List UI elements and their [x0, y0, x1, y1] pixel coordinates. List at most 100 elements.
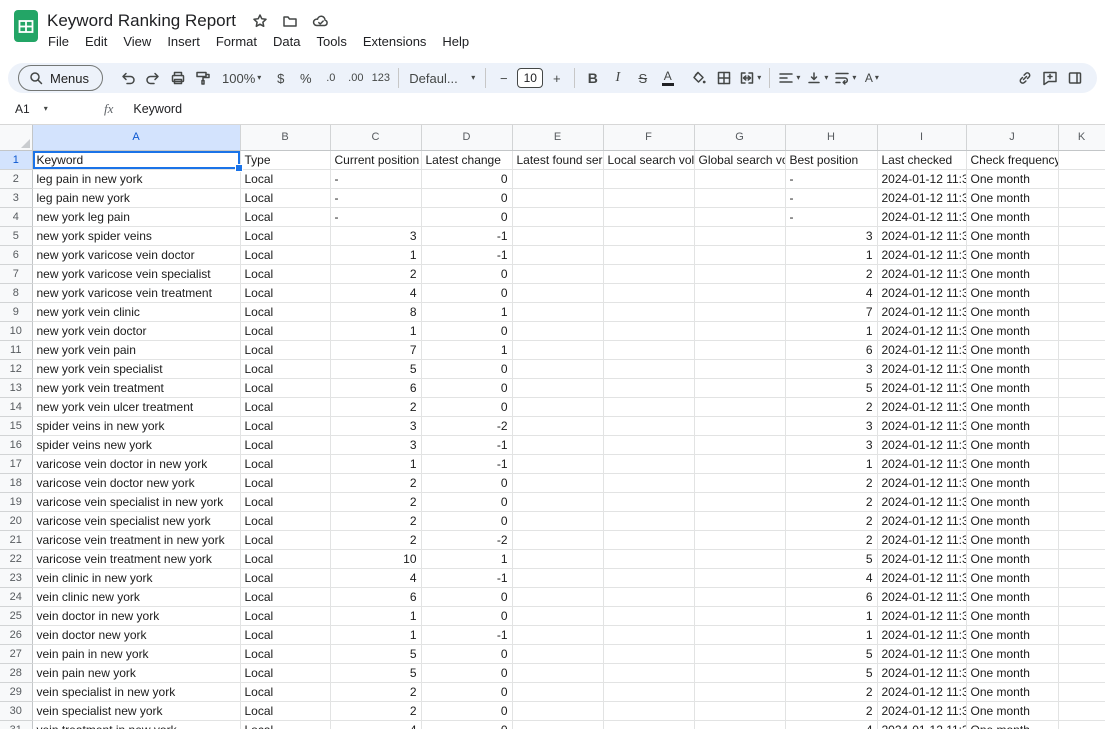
cell-J26[interactable]: One month: [966, 625, 1058, 644]
cell-J3[interactable]: One month: [966, 188, 1058, 207]
cell-A28[interactable]: vein pain new york: [32, 663, 240, 682]
cell-F26[interactable]: [603, 625, 694, 644]
cell-F16[interactable]: [603, 435, 694, 454]
menus-search-button[interactable]: Menus: [18, 65, 103, 91]
cell-J21[interactable]: One month: [966, 530, 1058, 549]
cell-J24[interactable]: One month: [966, 587, 1058, 606]
column-header-G[interactable]: G: [694, 125, 785, 150]
cell-H12[interactable]: 3: [785, 359, 877, 378]
cell-I2[interactable]: 2024-01-12 11:3: [877, 169, 966, 188]
column-header-C[interactable]: C: [330, 125, 421, 150]
cell-E3[interactable]: [512, 188, 603, 207]
cell-H24[interactable]: 6: [785, 587, 877, 606]
cell-D3[interactable]: 0: [421, 188, 512, 207]
cell-F8[interactable]: [603, 283, 694, 302]
cell-A31[interactable]: vein treatment in new york: [32, 720, 240, 729]
cell-I22[interactable]: 2024-01-12 11:3: [877, 549, 966, 568]
cell-H17[interactable]: 1: [785, 454, 877, 473]
cell-K16[interactable]: [1058, 435, 1105, 454]
cell-I20[interactable]: 2024-01-12 11:3: [877, 511, 966, 530]
cell-C15[interactable]: 3: [330, 416, 421, 435]
cell-A24[interactable]: vein clinic new york: [32, 587, 240, 606]
cell-E18[interactable]: [512, 473, 603, 492]
cell-G18[interactable]: [694, 473, 785, 492]
cell-B18[interactable]: Local: [240, 473, 330, 492]
cell-K7[interactable]: [1058, 264, 1105, 283]
cell-H26[interactable]: 1: [785, 625, 877, 644]
cell-K2[interactable]: [1058, 169, 1105, 188]
paint-format-button[interactable]: [190, 66, 215, 90]
cell-A14[interactable]: new york vein ulcer treatment: [32, 397, 240, 416]
cell-D10[interactable]: 0: [421, 321, 512, 340]
menu-item-data[interactable]: Data: [265, 31, 308, 52]
cell-I29[interactable]: 2024-01-12 11:3: [877, 682, 966, 701]
cell-D15[interactable]: -2: [421, 416, 512, 435]
cell-F3[interactable]: [603, 188, 694, 207]
cell-F13[interactable]: [603, 378, 694, 397]
cell-B8[interactable]: Local: [240, 283, 330, 302]
cell-K24[interactable]: [1058, 587, 1105, 606]
cell-C26[interactable]: 1: [330, 625, 421, 644]
column-header-J[interactable]: J: [966, 125, 1058, 150]
cell-A20[interactable]: varicose vein specialist new york: [32, 511, 240, 530]
cell-D28[interactable]: 0: [421, 663, 512, 682]
cell-F14[interactable]: [603, 397, 694, 416]
cell-I4[interactable]: 2024-01-12 11:3: [877, 207, 966, 226]
cell-J15[interactable]: One month: [966, 416, 1058, 435]
cell-B23[interactable]: Local: [240, 568, 330, 587]
cell-F11[interactable]: [603, 340, 694, 359]
row-header-13[interactable]: 13: [0, 378, 32, 397]
cell-F9[interactable]: [603, 302, 694, 321]
cell-J5[interactable]: One month: [966, 226, 1058, 245]
cell-G19[interactable]: [694, 492, 785, 511]
menu-item-file[interactable]: File: [40, 31, 77, 52]
cell-K12[interactable]: [1058, 359, 1105, 378]
formula-input[interactable]: Keyword: [133, 102, 1105, 116]
cell-B1[interactable]: Type: [240, 150, 330, 169]
cell-H8[interactable]: 4: [785, 283, 877, 302]
cell-A16[interactable]: spider veins new york: [32, 435, 240, 454]
cell-A21[interactable]: varicose vein treatment in new york: [32, 530, 240, 549]
cell-H13[interactable]: 5: [785, 378, 877, 397]
bold-button[interactable]: B: [580, 66, 605, 90]
cell-F7[interactable]: [603, 264, 694, 283]
sheets-logo-icon[interactable]: [13, 9, 39, 48]
cell-B20[interactable]: Local: [240, 511, 330, 530]
cell-K8[interactable]: [1058, 283, 1105, 302]
cell-G9[interactable]: [694, 302, 785, 321]
cell-I10[interactable]: 2024-01-12 11:3: [877, 321, 966, 340]
cell-J30[interactable]: One month: [966, 701, 1058, 720]
cell-J18[interactable]: One month: [966, 473, 1058, 492]
text-color-button[interactable]: A: [655, 66, 680, 90]
cell-G14[interactable]: [694, 397, 785, 416]
cell-A22[interactable]: varicose vein treatment new york: [32, 549, 240, 568]
cell-J13[interactable]: One month: [966, 378, 1058, 397]
cell-K31[interactable]: [1058, 720, 1105, 729]
row-header-22[interactable]: 22: [0, 549, 32, 568]
cell-A3[interactable]: leg pain new york: [32, 188, 240, 207]
cell-H3[interactable]: -: [785, 188, 877, 207]
cell-J19[interactable]: One month: [966, 492, 1058, 511]
cell-B11[interactable]: Local: [240, 340, 330, 359]
cell-I17[interactable]: 2024-01-12 11:3: [877, 454, 966, 473]
cell-K28[interactable]: [1058, 663, 1105, 682]
cell-A30[interactable]: vein specialist new york: [32, 701, 240, 720]
move-folder-icon[interactable]: [282, 13, 298, 29]
cell-I1[interactable]: Last checked: [877, 150, 966, 169]
cell-A17[interactable]: varicose vein doctor in new york: [32, 454, 240, 473]
row-header-11[interactable]: 11: [0, 340, 32, 359]
insert-comment-button[interactable]: [1037, 66, 1062, 90]
cell-J7[interactable]: One month: [966, 264, 1058, 283]
cell-H28[interactable]: 5: [785, 663, 877, 682]
cell-B30[interactable]: Local: [240, 701, 330, 720]
cell-K5[interactable]: [1058, 226, 1105, 245]
cell-C29[interactable]: 2: [330, 682, 421, 701]
cell-D24[interactable]: 0: [421, 587, 512, 606]
cell-G13[interactable]: [694, 378, 785, 397]
cell-D14[interactable]: 0: [421, 397, 512, 416]
cell-A1[interactable]: Keyword: [32, 150, 240, 169]
cell-D18[interactable]: 0: [421, 473, 512, 492]
cell-K1[interactable]: [1058, 150, 1105, 169]
format-currency-button[interactable]: $: [268, 66, 293, 90]
cell-J9[interactable]: One month: [966, 302, 1058, 321]
